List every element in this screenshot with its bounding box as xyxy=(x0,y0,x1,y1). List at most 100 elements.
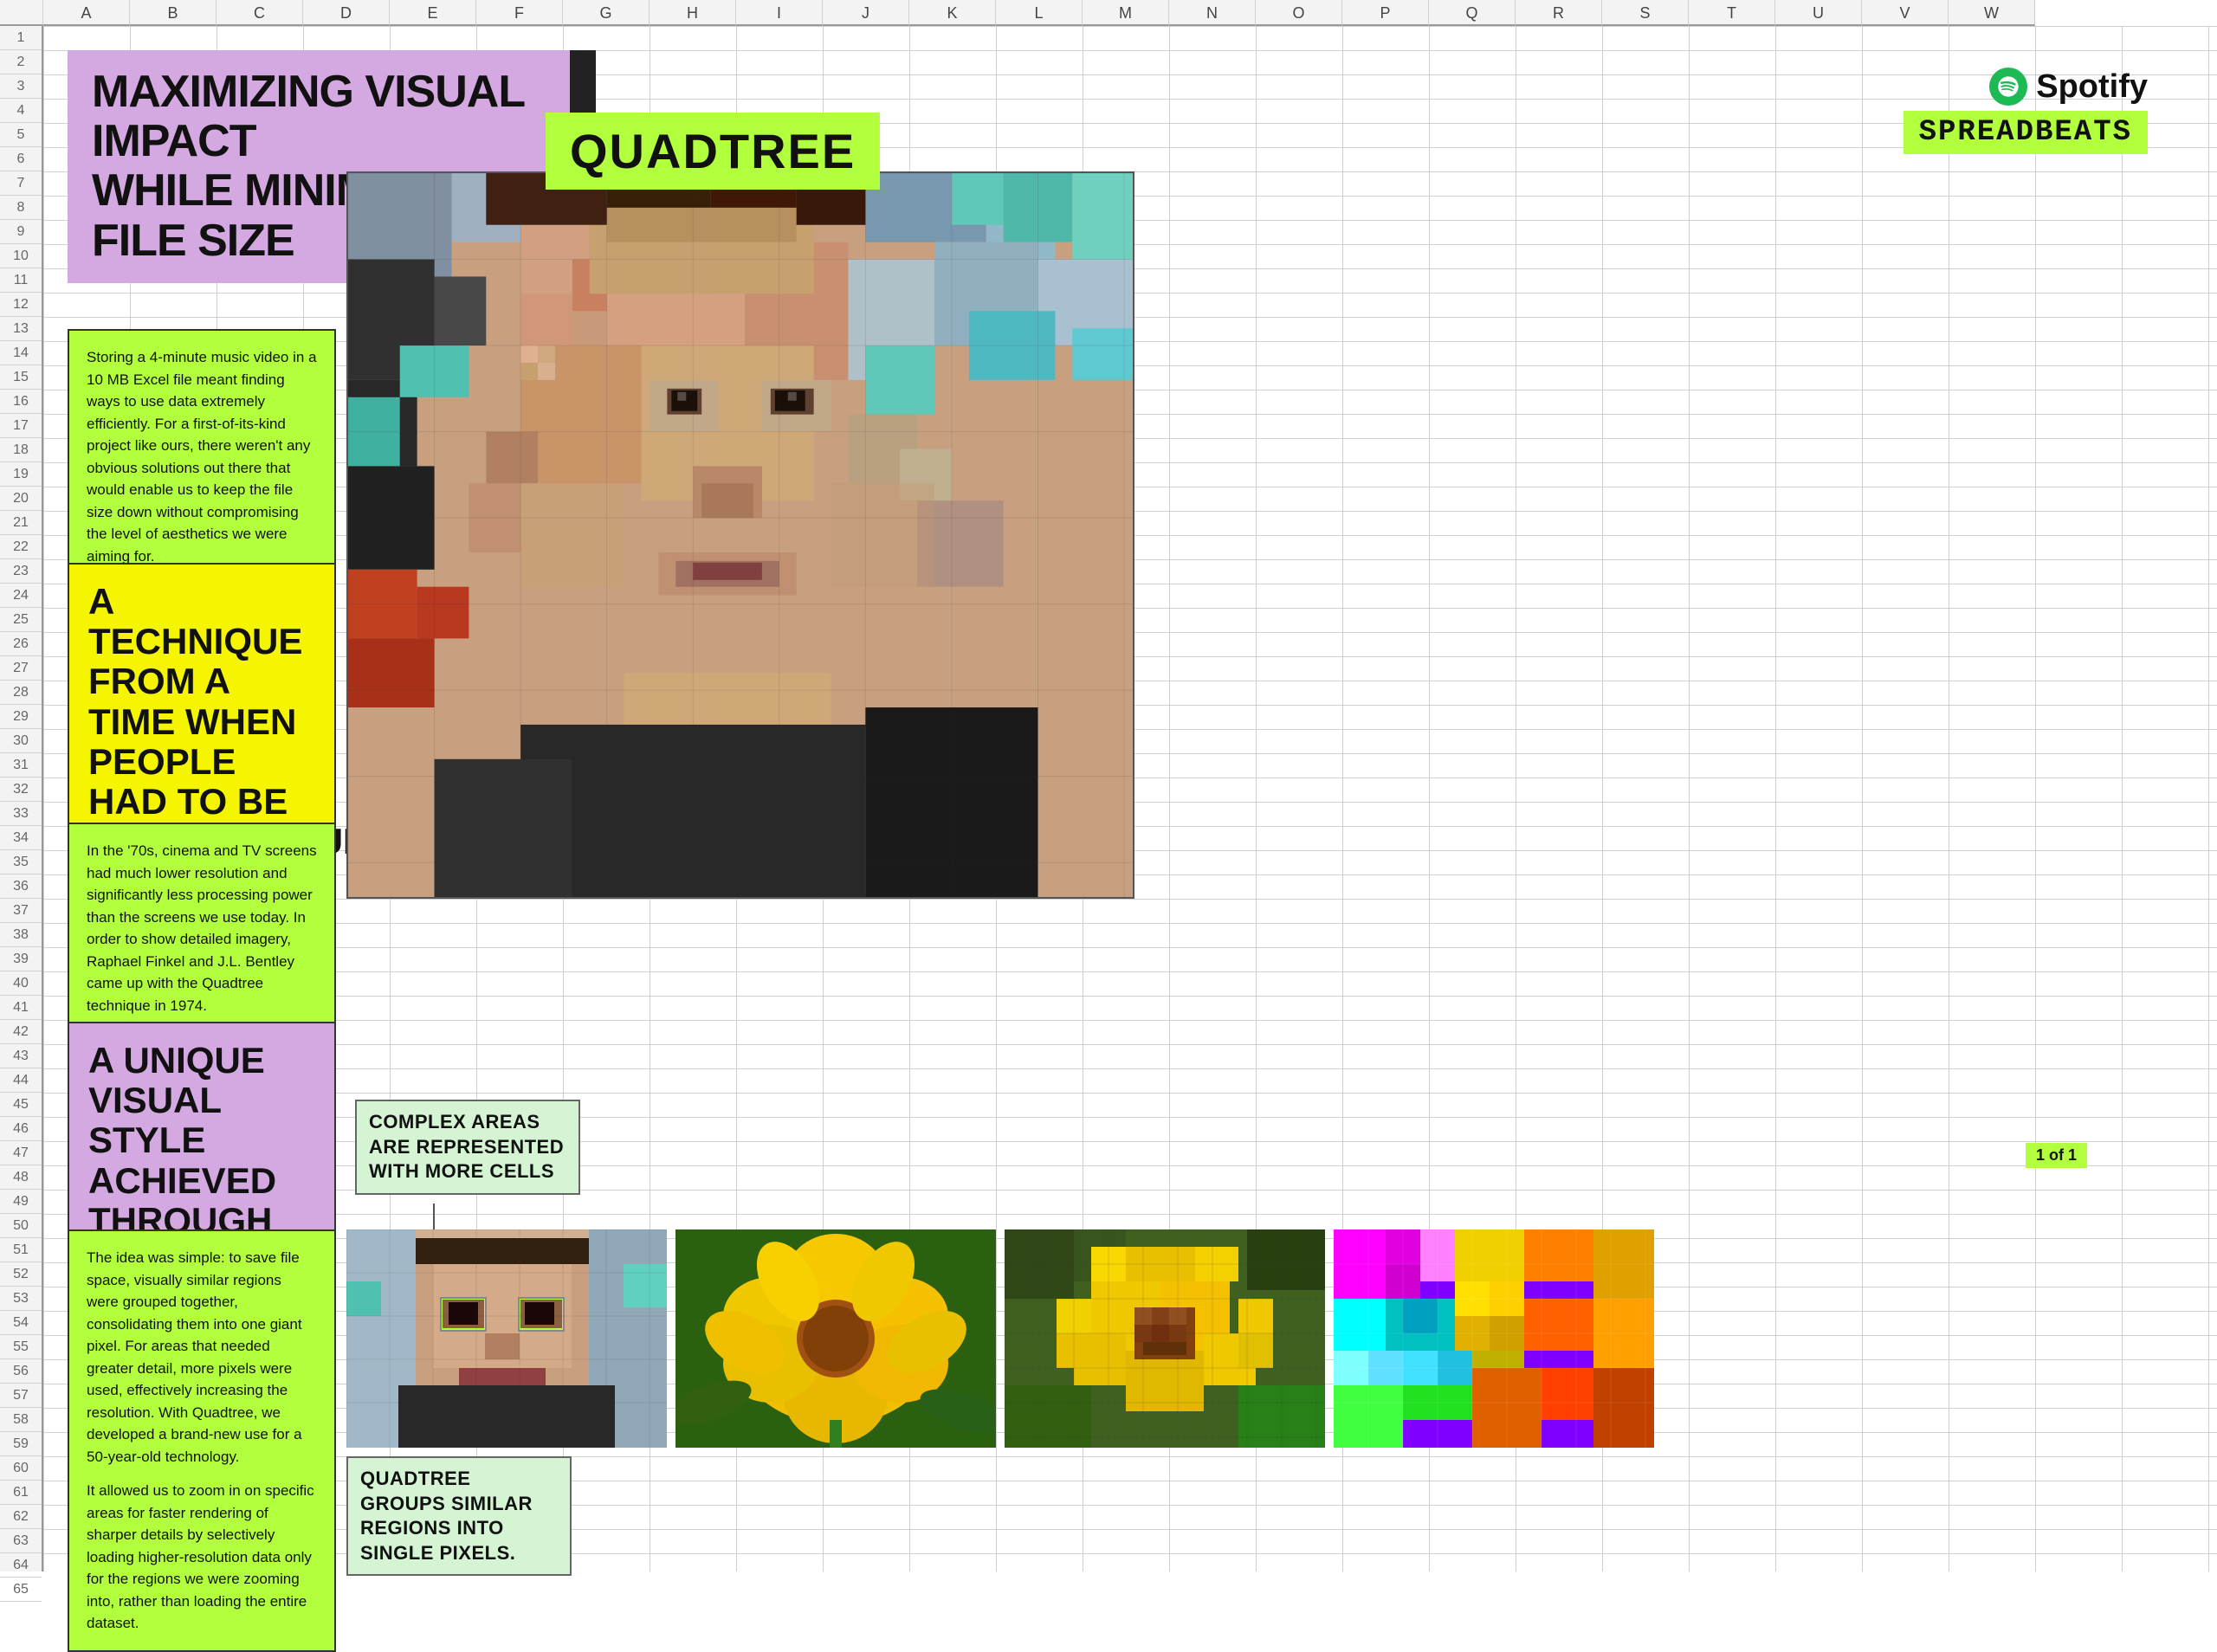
row-num-57: 57 xyxy=(0,1384,42,1408)
col-header-P[interactable]: P xyxy=(1342,0,1429,26)
row-num-22: 22 xyxy=(0,535,42,559)
col-header-V[interactable]: V xyxy=(1862,0,1949,26)
row-num-42: 42 xyxy=(0,1020,42,1044)
row-num-25: 25 xyxy=(0,608,42,632)
col-header-T[interactable]: T xyxy=(1689,0,1775,26)
spotify-name: Spotify xyxy=(2036,68,2148,106)
col-header-K[interactable]: K xyxy=(909,0,996,26)
row-num-8: 8 xyxy=(0,196,42,220)
col-header-R[interactable]: R xyxy=(1516,0,1602,26)
row-num-10: 10 xyxy=(0,244,42,268)
flower-glitch-image xyxy=(1334,1229,1654,1448)
tot-label: 1 of 1 xyxy=(2026,1143,2087,1168)
spotify-icon xyxy=(1989,68,2027,106)
spotify-area: Spotify SPREADBEATS xyxy=(1904,68,2148,154)
yellow-heading-text: A TECHNIQUE FROM A TIME WHEN PEOPLE HAD … xyxy=(88,582,315,861)
row-num-38: 38 xyxy=(0,923,42,947)
main-image xyxy=(346,171,1134,899)
col-header-S[interactable]: S xyxy=(1602,0,1689,26)
row-num-53: 53 xyxy=(0,1287,42,1311)
row-numbers: 1234567891011121314151617181920212223242… xyxy=(0,26,43,1571)
row-num-6: 6 xyxy=(0,147,42,171)
col-header-G[interactable]: G xyxy=(563,0,650,26)
row-num-33: 33 xyxy=(0,802,42,826)
col-header-J[interactable]: J xyxy=(823,0,909,26)
flower-mosaic-svg xyxy=(1005,1229,1325,1448)
row-num-3: 3 xyxy=(0,74,42,99)
row-num-20: 20 xyxy=(0,487,42,511)
row-num-55: 55 xyxy=(0,1335,42,1359)
row-num-51: 51 xyxy=(0,1238,42,1262)
row-num-52: 52 xyxy=(0,1262,42,1287)
annotation-line-1 xyxy=(433,1204,435,1229)
row-num-48: 48 xyxy=(0,1165,42,1190)
small-face-svg xyxy=(346,1229,667,1448)
row-num-54: 54 xyxy=(0,1311,42,1335)
col-header-F[interactable]: F xyxy=(476,0,563,26)
row-num-32: 32 xyxy=(0,778,42,802)
annotation-complex-areas: COMPLEX AREAS ARE REPRESENTED WITH MORE … xyxy=(355,1100,580,1195)
row-num-56: 56 xyxy=(0,1359,42,1384)
col-header-M[interactable]: M xyxy=(1083,0,1169,26)
row-num-15: 15 xyxy=(0,365,42,390)
col-header-E[interactable]: E xyxy=(390,0,476,26)
col-header-L[interactable]: L xyxy=(996,0,1083,26)
col-header-A[interactable]: A xyxy=(43,0,130,26)
col-header-B[interactable]: B xyxy=(130,0,217,26)
cell-selection-2 xyxy=(518,1297,565,1332)
row-num-50: 50 xyxy=(0,1214,42,1238)
col-header-H[interactable]: H xyxy=(650,0,736,26)
col-header-Q[interactable]: Q xyxy=(1429,0,1516,26)
col-header-D[interactable]: D xyxy=(303,0,390,26)
flower-glitch-svg xyxy=(1334,1229,1654,1448)
row-num-14: 14 xyxy=(0,341,42,365)
col-header-N[interactable]: N xyxy=(1169,0,1256,26)
row-num-31: 31 xyxy=(0,753,42,778)
col-header-W[interactable]: W xyxy=(1949,0,2035,26)
row-num-17: 17 xyxy=(0,414,42,438)
row-num-46: 46 xyxy=(0,1117,42,1141)
quadtree-label: QUADTREE xyxy=(546,113,880,190)
row-num-2: 2 xyxy=(0,50,42,74)
row-num-37: 37 xyxy=(0,899,42,923)
row-num-65: 65 xyxy=(0,1578,42,1602)
col-header-C[interactable]: C xyxy=(217,0,303,26)
title-line1: MAXIMIZING VISUAL IMPACT xyxy=(92,68,546,166)
spotify-logo: Spotify xyxy=(1904,68,2148,106)
seventies-box: In the '70s, cinema and TV screens had m… xyxy=(68,823,336,1034)
row-num-1: 1 xyxy=(0,26,42,50)
row-num-35: 35 xyxy=(0,850,42,874)
cell-selection-1 xyxy=(440,1297,487,1332)
row-num-16: 16 xyxy=(0,390,42,414)
bottom-text-para2: It allowed us to zoom in on specific are… xyxy=(87,1480,317,1635)
row-num-40: 40 xyxy=(0,971,42,996)
row-num-27: 27 xyxy=(0,656,42,681)
row-num-26: 26 xyxy=(0,632,42,656)
row-num-58: 58 xyxy=(0,1408,42,1432)
intro-text: Storing a 4-minute music video in a 10 M… xyxy=(87,346,317,567)
row-num-23: 23 xyxy=(0,559,42,584)
row-num-21: 21 xyxy=(0,511,42,535)
row-num-64: 64 xyxy=(0,1553,42,1578)
col-header-O[interactable]: O xyxy=(1256,0,1342,26)
row-num-30: 30 xyxy=(0,729,42,753)
row-num-49: 49 xyxy=(0,1190,42,1214)
face-mosaic-svg xyxy=(348,173,1133,897)
col-header-U[interactable]: U xyxy=(1775,0,1862,26)
row-num-45: 45 xyxy=(0,1093,42,1117)
col-header-I[interactable]: I xyxy=(736,0,823,26)
col-header-row: ABCDEFGHIJKLMNOPQRSTUVW xyxy=(0,0,2217,26)
bottom-text-para1: The idea was simple: to save file space,… xyxy=(87,1247,317,1468)
row-num-44: 44 xyxy=(0,1068,42,1093)
row-num-63: 63 xyxy=(0,1529,42,1553)
row-num-5: 5 xyxy=(0,123,42,147)
main-content: MAXIMIZING VISUAL IMPACT WHILE MINIMIZIN… xyxy=(43,26,2217,1571)
row-num-47: 47 xyxy=(0,1141,42,1165)
row-num-29: 29 xyxy=(0,705,42,729)
corner-cell xyxy=(0,0,43,26)
row-num-41: 41 xyxy=(0,996,42,1020)
row-num-28: 28 xyxy=(0,681,42,705)
row-num-9: 9 xyxy=(0,220,42,244)
flower-mosaic-image xyxy=(1005,1229,1325,1448)
row-num-59: 59 xyxy=(0,1432,42,1456)
